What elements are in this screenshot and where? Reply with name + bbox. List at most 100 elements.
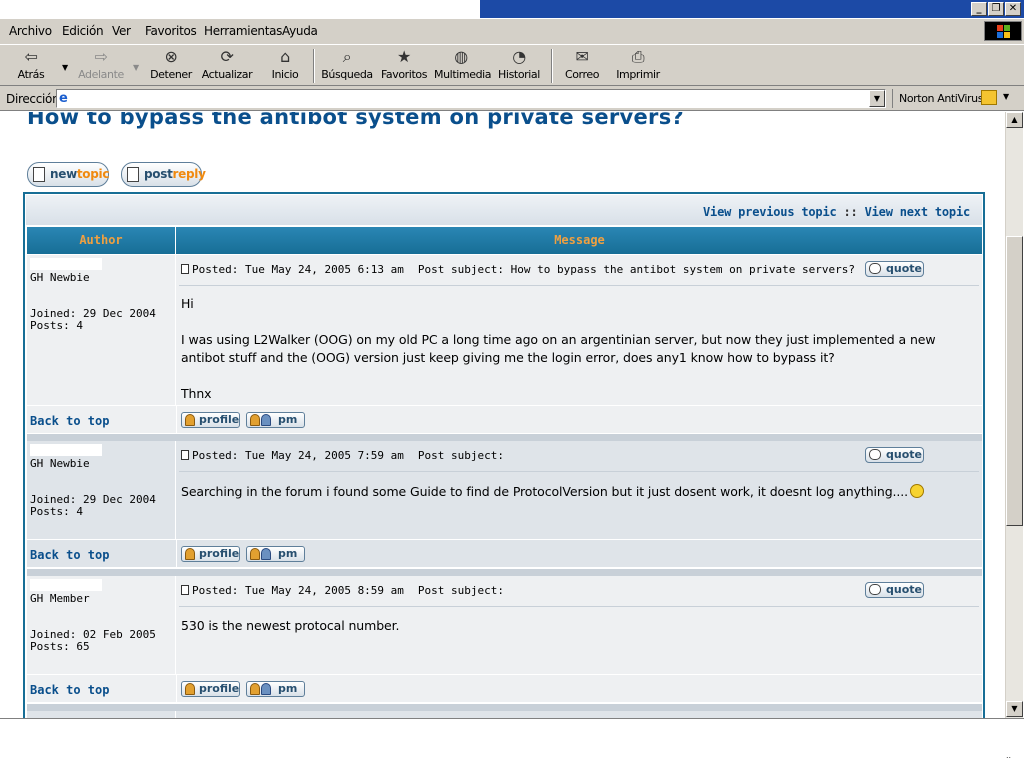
profile-button[interactable]: profile — [181, 412, 240, 428]
scroll-down-icon[interactable]: ▼ — [1006, 701, 1023, 717]
toolbar: ⇦ Atrás ▼ ⇨ Adelante ▼ ⊗ Detener ⟳ Actua… — [0, 44, 1024, 86]
browser-chrome: Archivo Edición Ver Favoritos Herramient… — [0, 19, 1024, 111]
history-icon: ◔ — [512, 47, 526, 66]
profile-button[interactable]: profile — [181, 681, 240, 697]
scroll-up-icon[interactable]: ▲ — [1006, 112, 1023, 128]
address-dropdown-icon[interactable]: ▼ — [869, 90, 885, 107]
author-cell: GH Newbie Joined: 29 Dec 2004 Posts: 4 — [27, 441, 176, 539]
author-name — [30, 444, 102, 456]
post-paragraph: Thnx — [181, 386, 212, 401]
resize-grip-icon[interactable]: .. — [1006, 751, 1011, 760]
quote-button[interactable]: quote — [865, 261, 924, 277]
favorites-button[interactable]: ★ Favoritos — [380, 47, 428, 85]
row-spacer — [27, 704, 982, 711]
back-to-top-link[interactable]: Back to top — [30, 548, 109, 562]
norton-label: Norton AntiVirus — [899, 92, 984, 105]
post-icon[interactable] — [181, 450, 189, 460]
scrollbar-thumb[interactable] — [1006, 236, 1023, 526]
address-input[interactable]: e ▼ — [56, 89, 886, 108]
pm-button[interactable]: pm — [246, 681, 305, 697]
ie-page-icon: e — [59, 91, 68, 106]
view-previous-topic-link[interactable]: View previous topic — [703, 205, 837, 219]
author-rank: GH Member — [30, 592, 90, 605]
refresh-button[interactable]: ⟳ Actualizar — [201, 47, 253, 85]
message-cell: Posted: Tue May 24, 2005 6:13 am Post sub… — [177, 255, 982, 405]
post-paragraph: Searching in the forum i found some Guid… — [181, 483, 971, 501]
pm-button[interactable]: pm — [246, 412, 305, 428]
post-subject: Post subject: — [417, 449, 505, 462]
refresh-label: Actualizar — [201, 68, 253, 81]
back-to-top-link[interactable]: Back to top — [30, 683, 109, 697]
search-button[interactable]: ⌕ Búsqueda — [320, 47, 374, 85]
menu-ver[interactable]: Ver — [112, 24, 131, 38]
message-cell: Posted: Tue May 24, 2005 8:59 am Post sub… — [177, 576, 982, 674]
menu-edicion[interactable]: Edición — [62, 24, 104, 38]
menu-archivo[interactable]: Archivo — [9, 24, 52, 38]
author-rank: GH Newbie — [30, 457, 90, 470]
post-meta: Posted: Tue May 24, 2005 6:13 am Post sub… — [181, 263, 855, 276]
close-button[interactable]: ✕ — [1005, 2, 1021, 16]
post-text: Searching in the forum i found some Guid… — [181, 484, 909, 499]
post-icon[interactable] — [181, 264, 189, 274]
pm-button[interactable]: pm — [246, 546, 305, 562]
norton-antivirus-toolbar[interactable]: Norton AntiVirus ▼ — [892, 89, 1024, 108]
post-reply-button[interactable]: postreply — [121, 162, 206, 187]
profile-icon — [185, 548, 195, 560]
menu-favoritos[interactable]: Favoritos — [145, 24, 197, 38]
windows-logo-icon — [984, 21, 1022, 41]
post-meta: Posted: Tue May 24, 2005 8:59 am Post sub… — [181, 584, 504, 597]
post-divider — [179, 285, 979, 286]
media-button[interactable]: ◍ Multimedia — [434, 47, 492, 85]
post-subject: Post subject: — [417, 584, 505, 597]
back-button[interactable]: ⇦ Atrás — [12, 47, 50, 85]
post-date: Posted: Tue May 24, 2005 7:59 am — [192, 449, 404, 462]
mail-icon: ✉ — [575, 47, 589, 66]
profile-button[interactable]: profile — [181, 546, 240, 562]
page-title[interactable]: How to bypass the antibot system on priv… — [27, 112, 684, 129]
post-actions-row: Back to top profile pm — [27, 539, 982, 568]
quote-button[interactable]: quote — [865, 582, 924, 598]
author-post-count: Posts: 4 — [30, 319, 83, 332]
maximize-button[interactable]: ❐ — [988, 2, 1004, 16]
pm-label: pm — [278, 547, 298, 560]
minimize-button[interactable]: _ — [971, 2, 987, 16]
new-topic-button[interactable]: newtopic — [27, 162, 109, 187]
topic-nav-row: View previous topic :: View next topic — [26, 195, 982, 225]
search-icon: ⌕ — [342, 47, 352, 66]
menu-ayuda[interactable]: Ayuda — [282, 24, 318, 38]
message-cell: Posted: Tue May 24, 2005 7:59 am Post sub… — [177, 441, 982, 539]
quote-icon — [869, 584, 881, 595]
page-viewport: How to bypass the antibot system on priv… — [0, 112, 1024, 718]
post-icon[interactable] — [181, 585, 189, 595]
post-date: Posted: Tue May 24, 2005 8:59 am — [192, 584, 404, 597]
favorites-icon: ★ — [397, 47, 411, 66]
forward-dropdown-icon[interactable]: ▼ — [133, 63, 139, 72]
stop-button[interactable]: ⊗ Detener — [148, 47, 194, 85]
history-label: Historial — [498, 68, 540, 81]
view-next-topic-link[interactable]: View next topic — [865, 205, 971, 219]
post-row: GH Newbie Joined: 29 Dec 2004 Posts: 4 P… — [27, 255, 982, 405]
new-topic-label-a: new — [50, 167, 77, 181]
print-button[interactable]: ⎙ Imprimir — [616, 47, 660, 85]
norton-dropdown-icon[interactable]: ▼ — [1003, 92, 1009, 101]
quote-button[interactable]: quote — [865, 447, 924, 463]
print-icon: ⎙ — [631, 47, 645, 66]
back-dropdown-icon[interactable]: ▼ — [62, 63, 68, 72]
menu-herramientas[interactable]: Herramientas — [204, 24, 282, 38]
quote-icon — [869, 263, 881, 274]
profile-label: profile — [199, 682, 240, 695]
media-label: Multimedia — [434, 68, 492, 81]
home-button[interactable]: ⌂ Inicio — [266, 47, 304, 85]
row-spacer — [27, 434, 982, 441]
vertical-scrollbar[interactable]: ▲ ▼ — [1005, 112, 1023, 718]
post-paragraph: Hi — [181, 296, 194, 311]
forward-button[interactable]: ⇨ Adelante — [76, 47, 126, 85]
mail-button[interactable]: ✉ Correo — [560, 47, 604, 85]
status-area: .. — [0, 718, 1024, 768]
norton-icon — [981, 90, 997, 105]
message-column-header: Message — [554, 233, 605, 247]
post-body: 530 is the newest protocal number. — [181, 617, 971, 653]
back-to-top-link[interactable]: Back to top — [30, 414, 109, 428]
document-icon — [33, 167, 45, 182]
history-button[interactable]: ◔ Historial — [496, 47, 542, 85]
